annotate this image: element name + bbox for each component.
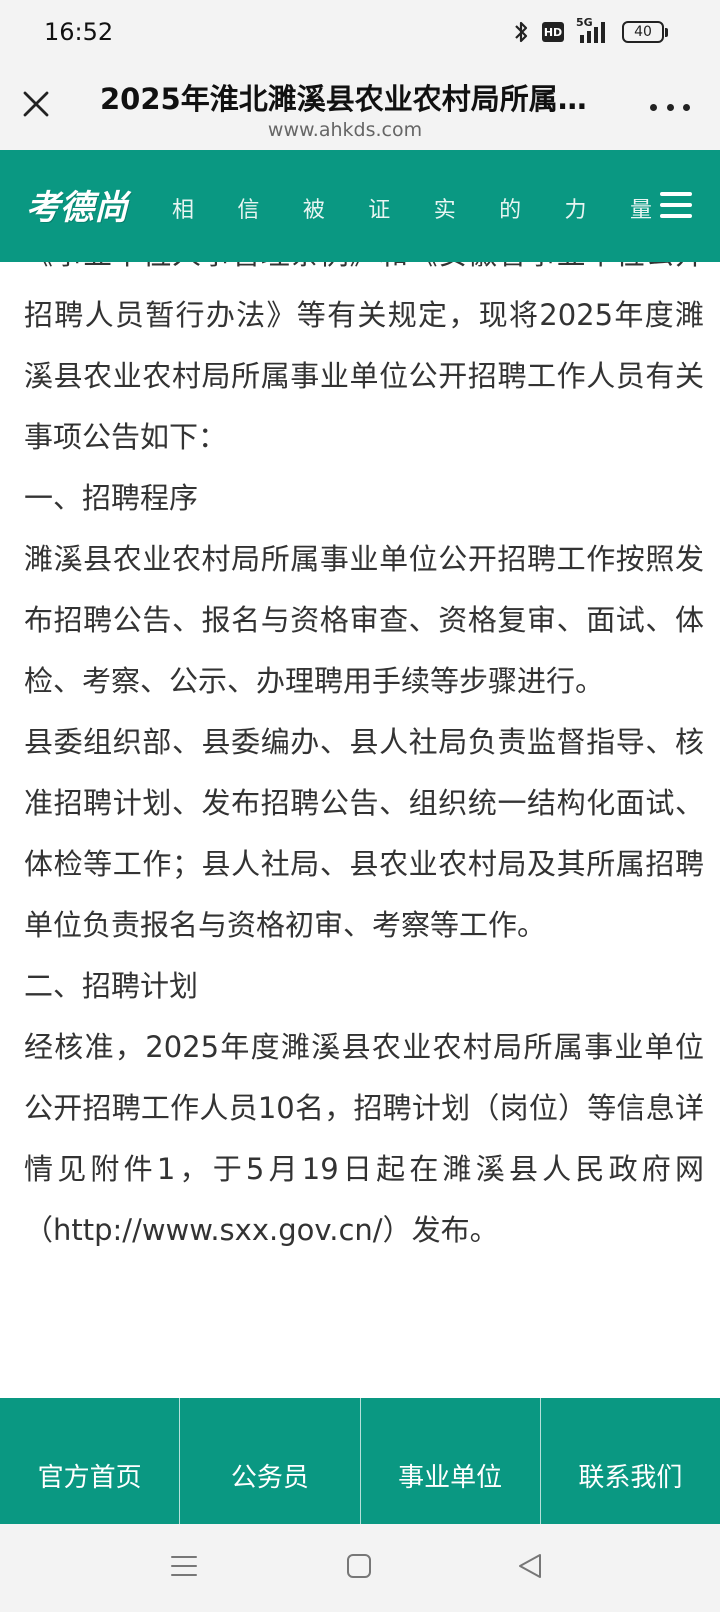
slogan-char: 被	[302, 198, 325, 223]
slogan-char: 量	[629, 198, 652, 223]
status-bar: 16:52 HD 5G 40	[0, 0, 720, 64]
article-paragraph: 《事业单位人事管理条例》和《安徽省事业单位公开招聘人员暂行办法》等有关规定，现将…	[24, 262, 704, 454]
nav-home[interactable]: 官方首页	[0, 1398, 181, 1524]
signal-5g-icon: 5G	[576, 16, 610, 44]
system-nav-bar	[0, 1524, 720, 1612]
slogan-char: 的	[499, 198, 522, 223]
article-body: 《事业单位人事管理条例》和《安徽省事业单位公开招聘人员暂行办法》等有关规定，现将…	[24, 262, 704, 1261]
nav-civil-servant[interactable]: 公务员	[180, 1398, 361, 1524]
more-icon	[650, 103, 657, 111]
slogan-char: 信	[237, 198, 260, 223]
section-heading: 一、招聘程序	[24, 481, 199, 515]
browser-header: 2025年淮北濉溪县农业农村局所属事业单位公开招聘工作人员公告 www.ahkd…	[0, 64, 720, 150]
slogan-char: 实	[433, 198, 456, 223]
section-heading: 二、招聘计划	[24, 969, 199, 1003]
status-time: 16:52	[44, 18, 114, 46]
battery-icon: 40	[622, 21, 668, 43]
hamburger-menu-icon[interactable]	[660, 192, 692, 218]
home-icon[interactable]	[345, 1552, 373, 1584]
bottom-nav: 官方首页 公务员 事业单位 联系我们	[0, 1398, 720, 1524]
status-icons: HD 5G 40	[512, 16, 668, 44]
nav-public-institution[interactable]: 事业单位	[361, 1398, 541, 1524]
battery-level: 40	[622, 21, 664, 43]
site-logo[interactable]: 考德尚	[26, 180, 128, 229]
page-title: 2025年淮北濉溪县农业农村局所属事业单位公开招聘工作人员公告	[100, 82, 590, 116]
bluetooth-icon	[512, 20, 530, 44]
site-slogan: 相 信 被 证 实 的 力 量	[172, 192, 652, 224]
hd-icon: HD	[542, 22, 564, 42]
slogan-char: 力	[564, 198, 587, 223]
nav-contact-us[interactable]: 联系我们	[541, 1398, 720, 1524]
slogan-char: 证	[368, 198, 391, 223]
page-url[interactable]: www.ahkds.com	[100, 119, 590, 141]
slogan-char: 相	[172, 198, 195, 223]
article-paragraph: 濉溪县农业农村局所属事业单位公开招聘工作按照发布招聘公告、报名与资格审查、资格复…	[24, 542, 704, 698]
close-icon	[23, 91, 49, 117]
close-button[interactable]	[20, 88, 52, 120]
more-button[interactable]	[650, 100, 690, 114]
article-paragraph: 县委组织部、县委编办、县人社局负责监督指导、核准招聘计划、发布招聘公告、组织统一…	[24, 725, 704, 942]
site-header: 考德尚 相 信 被 证 实 的 力 量	[0, 150, 720, 262]
back-icon[interactable]	[516, 1552, 544, 1584]
recent-apps-icon[interactable]	[170, 1552, 198, 1584]
article-content[interactable]: 《事业单位人事管理条例》和《安徽省事业单位公开招聘人员暂行办法》等有关规定，现将…	[0, 262, 720, 1398]
article-paragraph: 经核准，2025年度濉溪县农业农村局所属事业单位公开招聘工作人员10名，招聘计划…	[24, 1030, 704, 1247]
hd-label: HD	[543, 25, 563, 39]
